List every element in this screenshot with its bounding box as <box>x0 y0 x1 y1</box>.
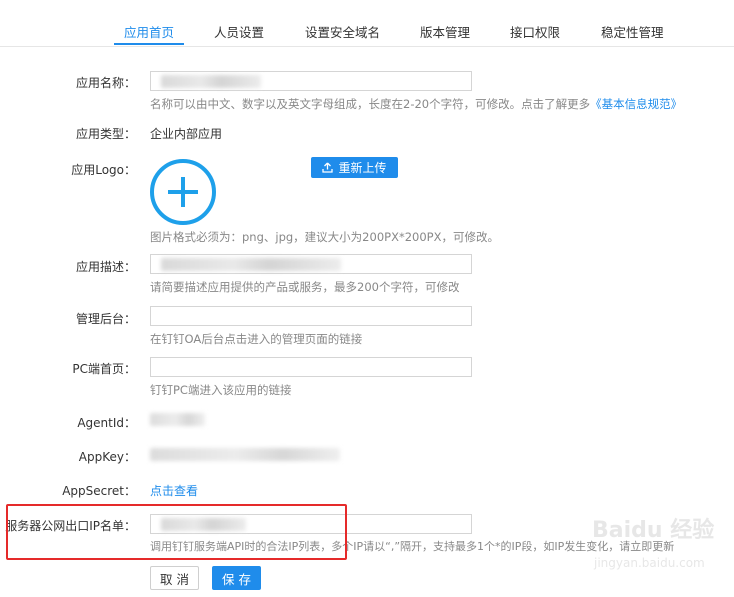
agent-id-value <box>150 413 205 426</box>
logo-hint: 图片格式必须为：png、jpg，建议大小为200PX*200PX，可修改。 <box>150 230 499 244</box>
upload-icon <box>322 162 334 173</box>
admin-console-input[interactable] <box>150 306 472 326</box>
ip-whitelist-highlight <box>6 504 347 560</box>
baidu-jingyan-watermark: Baidu 经验 jingyan.baidu.com <box>590 500 730 580</box>
admin-console-hint: 在钉钉OA后台点击进入的管理页面的链接 <box>150 332 363 346</box>
app-logo-plus-icon[interactable] <box>150 159 216 225</box>
redacted-value <box>161 75 261 88</box>
view-app-secret-link[interactable]: 点击查看 <box>150 482 198 499</box>
app-description-hint: 请简要描述应用提供的产品或服务，最多200个字符，可修改 <box>150 280 460 294</box>
app-type-value: 企业内部应用 <box>150 127 223 141</box>
tab-app-home[interactable]: 应用首页 <box>124 22 174 41</box>
agent-id-label: AgentId： <box>77 416 136 430</box>
admin-console-label: 管理后台： <box>75 312 136 326</box>
basic-info-spec-link[interactable]: 《基本信息规范》 <box>590 97 682 111</box>
reupload-button[interactable]: 重新上传 <box>311 157 398 178</box>
app-logo-label: 应用Logo： <box>71 163 136 177</box>
app-name-hint: 名称可以由中文、数字以及英文字母组成，长度在2-20个字符，可修改。点击了解更多… <box>150 96 682 112</box>
app-key-label: AppKey： <box>78 450 136 464</box>
app-tab-bar: 应用首页 人员设置 设置安全域名 版本管理 接口权限 稳定性管理 <box>0 0 734 47</box>
tab-security-domain[interactable]: 设置安全域名 <box>305 22 380 41</box>
app-name-input[interactable] <box>150 71 472 91</box>
tab-personnel-settings[interactable]: 人员设置 <box>214 22 264 41</box>
active-tab-indicator <box>114 43 184 45</box>
watermark-url: jingyan.baidu.com <box>594 556 705 570</box>
reupload-label: 重新上传 <box>338 161 387 175</box>
tab-api-permissions[interactable]: 接口权限 <box>510 22 560 41</box>
pc-home-input[interactable] <box>150 357 472 377</box>
redacted-value <box>161 258 341 271</box>
app-type-label: 应用类型： <box>75 127 136 141</box>
app-name-hint-text: 名称可以由中文、数字以及英文字母组成，长度在2-20个字符，可修改。点击了解更多 <box>150 97 591 111</box>
cancel-button[interactable]: 取 消 <box>150 566 199 590</box>
tab-version-management[interactable]: 版本管理 <box>420 22 470 41</box>
app-name-label: 应用名称： <box>75 76 136 90</box>
pc-home-label: PC端首页： <box>72 362 136 376</box>
app-description-input[interactable] <box>150 254 472 274</box>
app-secret-label: AppSecret： <box>62 484 136 498</box>
app-key-value <box>150 448 340 461</box>
pc-home-hint: 钉钉PC端进入该应用的链接 <box>150 383 292 397</box>
save-button[interactable]: 保 存 <box>212 566 261 590</box>
app-description-label: 应用描述： <box>75 260 136 274</box>
tab-stability-management[interactable]: 稳定性管理 <box>601 22 664 41</box>
watermark-brand: Baidu 经验 <box>592 518 715 543</box>
